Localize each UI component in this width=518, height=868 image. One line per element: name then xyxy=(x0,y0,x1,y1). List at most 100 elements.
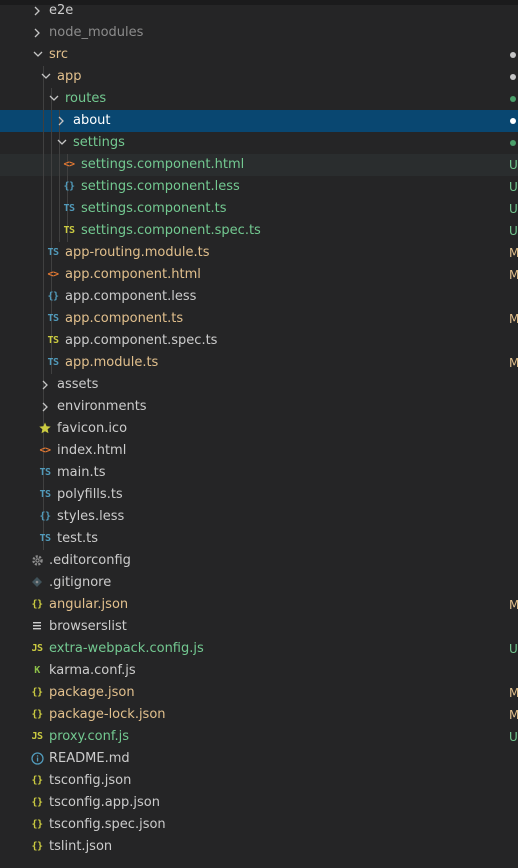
indent-guide xyxy=(51,198,52,220)
file-angular-json[interactable]: {} angular.json M xyxy=(0,594,518,616)
typescript-icon: TS xyxy=(39,489,51,500)
tree-item-label: extra-webpack.config.js xyxy=(49,641,204,656)
tree-item-label: tsconfig.json xyxy=(49,773,132,788)
tree-item-label: polyfills.ts xyxy=(57,487,123,502)
file-app-component-ts[interactable]: TS app.component.ts M xyxy=(0,308,518,330)
chevron-right-icon[interactable] xyxy=(40,374,52,396)
file-app-component-less[interactable]: {} app.component.less xyxy=(0,286,518,308)
tree-item-label: settings.component.html xyxy=(81,157,245,172)
tree-item-label: package.json xyxy=(49,685,135,700)
tree-item-label: README.md xyxy=(49,751,130,766)
folder-node-modules[interactable]: node_modules xyxy=(0,22,518,44)
file-gitignore[interactable]: .gitignore xyxy=(0,572,518,594)
file-editorconfig[interactable]: .editorconfig xyxy=(0,550,518,572)
folder-e2e[interactable]: e2e xyxy=(0,0,518,22)
file-favicon-ico[interactable]: favicon.ico xyxy=(0,418,518,440)
indent-guide xyxy=(43,286,44,308)
folder-change-dot xyxy=(510,118,516,124)
folder-change-dot xyxy=(510,74,516,80)
javascript-icon: JS xyxy=(31,643,43,654)
folder-settings[interactable]: settings xyxy=(0,132,518,154)
folder-routes[interactable]: routes xyxy=(0,88,518,110)
file-tsconfig-app-json[interactable]: {} tsconfig.app.json xyxy=(0,792,518,814)
chevron-right-icon[interactable] xyxy=(40,396,52,418)
indent-guide xyxy=(51,110,52,132)
typescript-icon: TS xyxy=(47,247,59,258)
typescript-icon: TS xyxy=(63,203,75,214)
chevron-down-icon[interactable] xyxy=(48,88,60,110)
git-status-badge: M xyxy=(509,686,518,700)
tree-item-label: tsconfig.app.json xyxy=(49,795,160,810)
tree-item-label: .gitignore xyxy=(49,575,112,590)
indent-guide xyxy=(51,154,52,176)
tree-item-label: karma.conf.js xyxy=(49,663,136,678)
gear-icon xyxy=(30,550,44,572)
tree-item-label: routes xyxy=(65,91,107,106)
folder-app[interactable]: app xyxy=(0,66,518,88)
chevron-right-icon[interactable] xyxy=(32,0,44,22)
indent-guide xyxy=(59,220,60,242)
file-index-html[interactable]: <> index.html xyxy=(0,440,518,462)
file-main-ts[interactable]: TS main.ts xyxy=(0,462,518,484)
file-tslint-json[interactable]: {} tslint.json xyxy=(0,836,518,858)
git-status-badge: M xyxy=(509,312,518,326)
tree-item-label: app xyxy=(57,69,82,84)
file-settings-component-ts[interactable]: TS settings.component.ts U xyxy=(0,198,518,220)
folder-about[interactable]: about xyxy=(0,110,518,132)
tree-item-label: angular.json xyxy=(49,597,129,612)
spec-ts-icon: TS xyxy=(63,225,75,236)
file-app-component-spec-ts[interactable]: TS app.component.spec.ts xyxy=(0,330,518,352)
tree-item-label: .editorconfig xyxy=(49,553,131,568)
html-icon: <> xyxy=(63,159,75,170)
file-test-ts[interactable]: TS test.ts xyxy=(0,528,518,550)
file-styles-less[interactable]: {} styles.less xyxy=(0,506,518,528)
file-package-json[interactable]: {} package.json M xyxy=(0,682,518,704)
file-settings-component-html[interactable]: <> settings.component.html U xyxy=(0,154,518,176)
tree-item-label: settings xyxy=(73,135,125,150)
indent-guide xyxy=(51,132,52,154)
file-settings-component-less[interactable]: {} settings.component.less U xyxy=(0,176,518,198)
chevron-right-icon[interactable] xyxy=(56,110,68,132)
indent-guide xyxy=(43,330,44,352)
tree-item-label: src xyxy=(49,47,68,62)
json-icon: {} xyxy=(31,819,43,830)
tree-item-label: environments xyxy=(57,399,147,414)
file-app-routing-module-ts[interactable]: TS app-routing.module.ts M xyxy=(0,242,518,264)
list-lines-icon xyxy=(30,616,44,638)
folder-src[interactable]: src xyxy=(0,44,518,66)
typescript-icon: TS xyxy=(47,313,59,324)
indent-guide xyxy=(43,220,44,242)
tree-item-label: tslint.json xyxy=(49,839,113,854)
file-polyfills-ts[interactable]: TS polyfills.ts xyxy=(0,484,518,506)
file-readme-md[interactable]: README.md xyxy=(0,748,518,770)
folder-assets[interactable]: assets xyxy=(0,374,518,396)
chevron-right-icon[interactable] xyxy=(32,22,44,44)
file-settings-component-spec-ts[interactable]: TS settings.component.spec.ts U xyxy=(0,220,518,242)
file-karma-conf-js[interactable]: Kkarma.conf.js xyxy=(0,660,518,682)
indent-guide xyxy=(59,176,60,198)
tree-item-label: main.ts xyxy=(57,465,106,480)
tree-item-label: settings.component.spec.ts xyxy=(81,223,261,238)
tree-item-label: tsconfig.spec.json xyxy=(49,817,166,832)
folder-environments[interactable]: environments xyxy=(0,396,518,418)
chevron-down-icon[interactable] xyxy=(40,66,52,88)
chevron-down-icon[interactable] xyxy=(32,44,44,66)
file-browserslist[interactable]: browserslist xyxy=(0,616,518,638)
git-status-badge: M xyxy=(509,708,518,722)
indent-guide xyxy=(59,154,60,176)
tree-item-label: app.component.spec.ts xyxy=(65,333,218,348)
indent-guide xyxy=(43,176,44,198)
indent-guide xyxy=(43,242,44,264)
file-tsconfig-json[interactable]: {} tsconfig.json xyxy=(0,770,518,792)
file-package-lock-json[interactable]: {} package-lock.json M xyxy=(0,704,518,726)
typescript-icon: TS xyxy=(39,467,51,478)
file-tsconfig-spec-json[interactable]: {} tsconfig.spec.json xyxy=(0,814,518,836)
tree-item-label: settings.component.less xyxy=(81,179,240,194)
file-extra-webpack-config-js[interactable]: JS extra-webpack.config.js U xyxy=(0,638,518,660)
chevron-down-icon[interactable] xyxy=(56,132,68,154)
file-app-module-ts[interactable]: TS app.module.ts M xyxy=(0,352,518,374)
file-proxy-conf-js[interactable]: JS proxy.conf.js U xyxy=(0,726,518,748)
git-status-badge: M xyxy=(509,246,518,260)
file-app-component-html[interactable]: <> app.component.html M xyxy=(0,264,518,286)
file-explorer-tree: e2e node_modulessrc app routes about settings… xyxy=(0,0,518,868)
